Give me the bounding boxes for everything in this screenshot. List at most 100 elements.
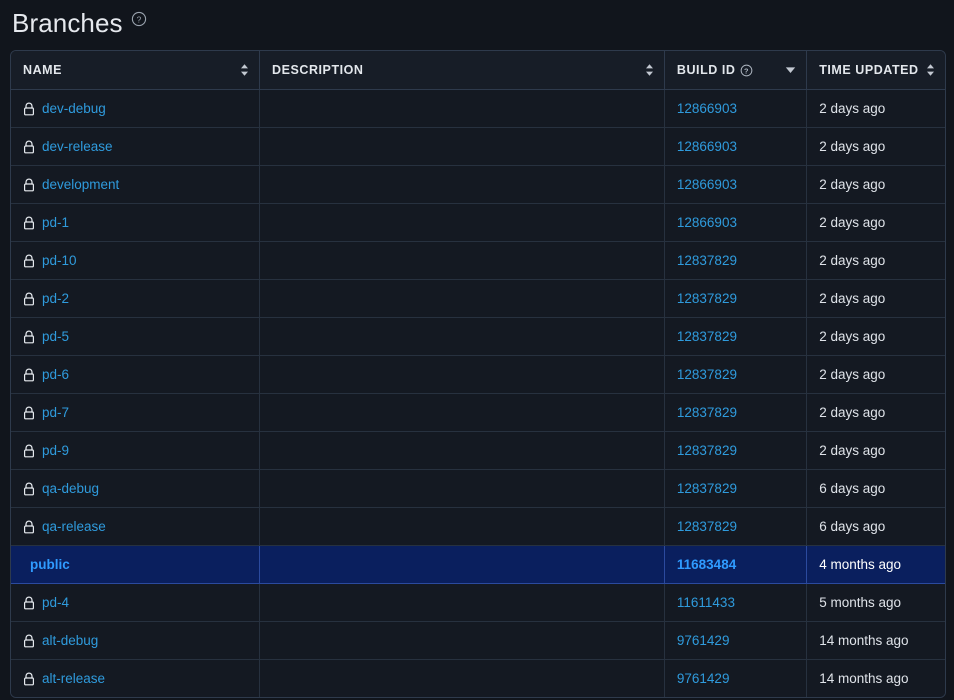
table-row[interactable]: alt-release 9761429 14 months ago — [11, 659, 945, 697]
build-id-cell: 12837829 — [664, 279, 808, 318]
page-heading: Branches ? — [0, 0, 954, 40]
build-id-link[interactable]: 12837829 — [677, 253, 737, 268]
branch-name-link[interactable]: alt-release — [42, 671, 105, 686]
build-id-link[interactable]: 9761429 — [677, 633, 730, 648]
build-id-link[interactable]: 12866903 — [677, 139, 737, 154]
branch-name-cell: pd-1 — [11, 203, 261, 242]
help-circle-icon[interactable]: ? — [740, 64, 753, 77]
lock-icon — [23, 406, 35, 420]
branch-name-link[interactable]: pd-6 — [42, 367, 69, 382]
branch-name-link[interactable]: pd-10 — [42, 253, 77, 268]
lock-icon — [23, 368, 35, 382]
branch-name-link[interactable]: qa-debug — [42, 481, 99, 496]
table-row[interactable]: pd-4 11611433 5 months ago — [11, 583, 945, 622]
branch-description-cell — [259, 127, 665, 166]
branch-name-cell: pd-6 — [11, 355, 261, 394]
branch-description-cell — [259, 279, 665, 318]
column-header-name[interactable]: NAME — [11, 51, 261, 90]
build-id-link[interactable]: 12837829 — [677, 329, 737, 344]
build-id-cell: 12837829 — [664, 355, 808, 394]
table-row[interactable]: pd-10 12837829 2 days ago — [11, 241, 945, 280]
table-row[interactable]: pd-9 12837829 2 days ago — [11, 431, 945, 470]
branch-name-cell: qa-debug — [11, 469, 261, 508]
branches-table-container: NAME DESCRIPTION BUILD ID ? TIME UPDATED… — [10, 50, 946, 698]
table-row[interactable]: qa-debug 12837829 6 days ago — [11, 469, 945, 508]
build-id-link[interactable]: 9761429 — [677, 671, 730, 686]
branch-name-link[interactable]: pd-5 — [42, 329, 69, 344]
table-row[interactable]: dev-debug 12866903 2 days ago — [11, 89, 945, 128]
table-header-row: NAME DESCRIPTION BUILD ID ? TIME UPDATED — [11, 51, 945, 90]
build-id-link[interactable]: 12866903 — [677, 101, 737, 116]
table-row[interactable]: pd-5 12837829 2 days ago — [11, 317, 945, 356]
time-updated-cell: 2 days ago — [806, 355, 945, 394]
lock-icon — [23, 140, 35, 154]
build-id-link[interactable]: 12837829 — [677, 443, 737, 458]
svg-text:?: ? — [745, 66, 750, 75]
column-header-description[interactable]: DESCRIPTION — [259, 51, 665, 90]
branch-description-cell — [259, 431, 665, 470]
branch-name-link[interactable]: dev-debug — [42, 101, 106, 116]
branch-name-cell: pd-2 — [11, 279, 261, 318]
lock-icon — [23, 102, 35, 116]
sort-both-icon[interactable] — [926, 63, 935, 77]
build-id-cell: 11611433 — [664, 583, 808, 622]
branch-name-link[interactable]: pd-1 — [42, 215, 69, 230]
build-id-link[interactable]: 12866903 — [677, 215, 737, 230]
time-updated-cell: 6 days ago — [806, 507, 945, 546]
table-row[interactable]: alt-debug 9761429 14 months ago — [11, 621, 945, 660]
branch-name-link[interactable]: alt-debug — [42, 633, 98, 648]
branch-name-link[interactable]: qa-release — [42, 519, 106, 534]
time-updated-cell: 2 days ago — [806, 317, 945, 356]
column-header-time-updated[interactable]: TIME UPDATED — [806, 51, 945, 90]
lock-icon — [23, 672, 35, 686]
table-row[interactable]: pd-6 12837829 2 days ago — [11, 355, 945, 394]
table-row[interactable]: dev-release 12866903 2 days ago — [11, 127, 945, 166]
svg-text:?: ? — [136, 14, 141, 24]
branch-name-link[interactable]: pd-2 — [42, 291, 69, 306]
branch-name-cell: dev-debug — [11, 89, 261, 128]
build-id-cell: 12866903 — [664, 127, 808, 166]
build-id-link[interactable]: 12837829 — [677, 481, 737, 496]
build-id-cell: 12837829 — [664, 469, 808, 508]
branch-name-link[interactable]: pd-4 — [42, 595, 69, 610]
branch-description-cell — [259, 165, 665, 204]
table-row[interactable]: qa-release 12837829 6 days ago — [11, 507, 945, 546]
time-updated-cell: 5 months ago — [806, 583, 945, 622]
build-id-cell: 12837829 — [664, 393, 808, 432]
sort-descending-icon[interactable] — [785, 66, 796, 74]
build-id-link[interactable]: 11683484 — [677, 557, 736, 572]
branch-name-link[interactable]: pd-9 — [42, 443, 69, 458]
time-updated-cell: 6 days ago — [806, 469, 945, 508]
build-id-link[interactable]: 12866903 — [677, 177, 737, 192]
build-id-cell: 12837829 — [664, 317, 808, 356]
column-header-build-id[interactable]: BUILD ID ? — [664, 51, 808, 90]
branch-name-cell: pd-4 — [11, 583, 261, 622]
build-id-cell: 11683484 — [664, 545, 808, 584]
time-updated-cell: 2 days ago — [806, 203, 945, 242]
build-id-cell: 12837829 — [664, 507, 808, 546]
branch-name-link[interactable]: dev-release — [42, 139, 113, 154]
time-updated-cell: 14 months ago — [806, 659, 945, 697]
sort-both-icon[interactable] — [645, 63, 654, 77]
table-row[interactable]: pd-1 12866903 2 days ago — [11, 203, 945, 242]
lock-icon — [23, 254, 35, 268]
build-id-link[interactable]: 12837829 — [677, 519, 737, 534]
build-id-link[interactable]: 12837829 — [677, 291, 737, 306]
branch-name-link[interactable]: pd-7 — [42, 405, 69, 420]
sort-both-icon[interactable] — [240, 63, 249, 77]
build-id-link[interactable]: 11611433 — [677, 595, 735, 610]
help-circle-icon[interactable]: ? — [131, 11, 147, 27]
table-row[interactable]: pd-7 12837829 2 days ago — [11, 393, 945, 432]
build-id-link[interactable]: 12837829 — [677, 367, 737, 382]
build-id-link[interactable]: 12837829 — [677, 405, 737, 420]
time-updated-cell: 2 days ago — [806, 241, 945, 280]
table-row[interactable]: development 12866903 2 days ago — [11, 165, 945, 204]
branch-name-link[interactable]: development — [42, 177, 119, 192]
branch-name-cell: pd-5 — [11, 317, 261, 356]
table-row[interactable]: pd-2 12837829 2 days ago — [11, 279, 945, 318]
time-updated-cell: 2 days ago — [806, 431, 945, 470]
branch-name-link[interactable]: public — [30, 557, 70, 572]
table-row[interactable]: public 11683484 4 months ago — [11, 545, 945, 584]
time-updated-cell: 2 days ago — [806, 89, 945, 128]
branch-description-cell — [259, 241, 665, 280]
